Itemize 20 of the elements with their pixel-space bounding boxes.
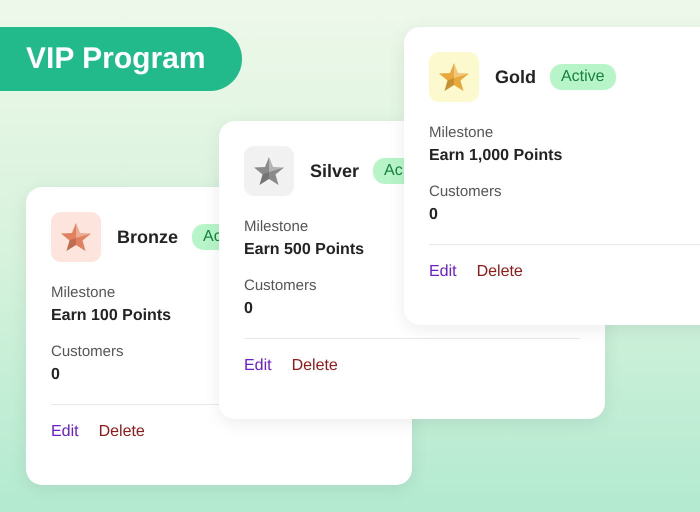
field-label: Customers [429, 183, 502, 200]
milestone-value: Earn 100 Points [51, 307, 172, 325]
tier-name: Bronze [117, 226, 178, 248]
edit-link[interactable]: Edit [429, 263, 457, 281]
field-label: Milestone [51, 284, 116, 301]
delete-link[interactable]: Delete [476, 263, 523, 281]
delete-link[interactable]: Delete [98, 423, 145, 441]
program-banner: VIP Program [0, 27, 242, 91]
field-label: Customers [51, 343, 124, 360]
customers-value: 0 [244, 300, 253, 318]
delete-link[interactable]: Delete [292, 357, 338, 375]
customers-value: 0 [51, 366, 60, 384]
edit-link[interactable]: Edit [244, 357, 272, 375]
tier-name: Silver [310, 160, 360, 182]
edit-link[interactable]: Edit [51, 423, 79, 441]
field-label: Milestone [429, 124, 494, 141]
tier-name: Gold [495, 66, 536, 88]
field-label: Customers [244, 277, 317, 294]
customers-value: 0 [429, 206, 438, 224]
status-badge: Active [550, 64, 616, 90]
